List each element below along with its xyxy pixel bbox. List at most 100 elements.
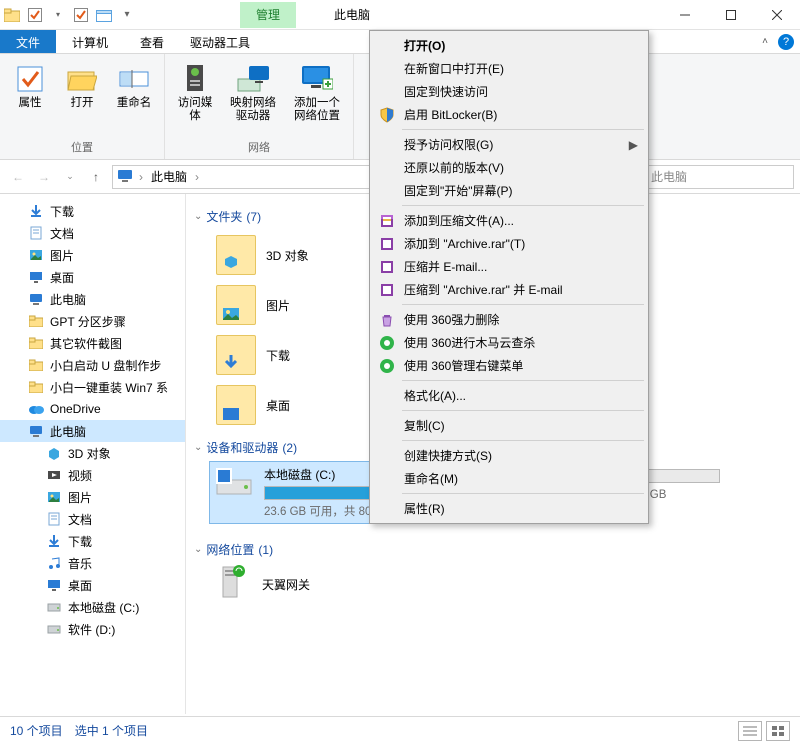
sidebar-item[interactable]: 小白启动 U 盘制作步	[0, 354, 185, 376]
section-title: 文件夹	[206, 208, 242, 225]
sidebar-item[interactable]: OneDrive	[0, 398, 185, 420]
contextual-tab-manage[interactable]: 管理	[240, 2, 296, 28]
nav-sidebar[interactable]: 下载文档图片桌面此电脑GPT 分区步骤其它软件截图小白启动 U 盘制作步小白一键…	[0, 194, 186, 714]
sidebar-item-label: 软件 (D:)	[68, 621, 115, 638]
tab-view[interactable]: 查看	[124, 30, 180, 53]
ctx-rar-email[interactable]: 压缩并 E-mail...	[372, 255, 646, 278]
ribbon-chevron-icon[interactable]: ˄	[762, 36, 768, 47]
minimize-button[interactable]	[662, 0, 708, 30]
sidebar-item[interactable]: 文档	[0, 508, 185, 530]
search-input[interactable]: 此电脑	[644, 165, 794, 189]
folder-icon	[3, 6, 21, 24]
sidebar-item-label: 小白启动 U 盘制作步	[50, 357, 161, 374]
sidebar-item[interactable]: 此电脑	[0, 420, 185, 442]
ctx-360-menu[interactable]: 使用 360管理右键菜单	[372, 354, 646, 377]
folder-open-icon	[66, 63, 98, 95]
ctx-360-scan[interactable]: 使用 360进行木马云查杀	[372, 331, 646, 354]
ctx-rar-add-archive[interactable]: 添加到 "Archive.rar"(T)	[372, 232, 646, 255]
up-button[interactable]: ↑	[84, 165, 108, 189]
folder-icon	[216, 285, 256, 325]
sidebar-item[interactable]: 下载	[0, 200, 185, 222]
ctx-rename[interactable]: 重命名(M)	[372, 467, 646, 490]
sidebar-item[interactable]: 视频	[0, 464, 185, 486]
ctx-pin-quickaccess[interactable]: 固定到快速访问	[372, 80, 646, 103]
360-icon	[378, 357, 396, 375]
ctx-restore-previous[interactable]: 还原以前的版本(V)	[372, 156, 646, 179]
thispc-icon	[28, 423, 44, 439]
media-server-button[interactable]: 访问媒体	[171, 61, 219, 125]
sidebar-item[interactable]: 音乐	[0, 552, 185, 574]
add-netloc-button[interactable]: 添加一个 网络位置	[287, 61, 347, 125]
maximize-button[interactable]	[708, 0, 754, 30]
sidebar-item[interactable]: 3D 对象	[0, 442, 185, 464]
group-label: 位置	[6, 137, 158, 159]
sidebar-item[interactable]: GPT 分区步骤	[0, 310, 185, 332]
ctx-pin-start[interactable]: 固定到"开始"屏幕(P)	[372, 179, 646, 202]
close-button[interactable]	[754, 0, 800, 30]
sidebar-item-label: 此电脑	[50, 423, 86, 440]
details-view-button[interactable]	[738, 721, 762, 741]
properties-button[interactable]: 属性	[6, 61, 54, 112]
sidebar-item[interactable]: 本地磁盘 (C:)	[0, 596, 185, 618]
tab-file[interactable]: 文件	[0, 30, 56, 53]
netloc-item[interactable]: 天翼网关	[210, 564, 792, 604]
chevron-right-icon[interactable]: ›	[139, 170, 143, 184]
ctx-360-delete[interactable]: 使用 360强力删除	[372, 308, 646, 331]
recent-dropdown[interactable]: ⌄	[58, 165, 82, 189]
map-drive-icon	[237, 63, 269, 95]
new-window-icon[interactable]	[95, 6, 113, 24]
ctx-open[interactable]: 打开(O)	[372, 34, 646, 57]
titlebar: ▾ ▾ 管理 此电脑	[0, 0, 800, 30]
ctx-open-new-window[interactable]: 在新窗口中打开(E)	[372, 57, 646, 80]
section-netloc-header[interactable]: ⌄ 网络位置 (1)	[194, 541, 792, 558]
sidebar-item[interactable]: 桌面	[0, 574, 185, 596]
ctx-rar-archive-email[interactable]: 压缩到 "Archive.rar" 并 E-mail	[372, 278, 646, 301]
checkbox-icon[interactable]	[26, 6, 44, 24]
sidebar-item[interactable]: 文档	[0, 222, 185, 244]
ctx-format[interactable]: 格式化(A)...	[372, 384, 646, 407]
icons-view-button[interactable]	[766, 721, 790, 741]
sidebar-item-label: 文档	[68, 511, 92, 528]
ctx-properties[interactable]: 属性(R)	[372, 497, 646, 520]
map-drive-button[interactable]: 映射网络 驱动器	[223, 61, 283, 125]
back-button[interactable]: ←	[6, 165, 30, 189]
onedrive-icon	[28, 401, 44, 417]
ctx-separator	[402, 493, 644, 494]
tab-computer[interactable]: 计算机	[56, 30, 124, 53]
ctx-create-shortcut[interactable]: 创建快捷方式(S)	[372, 444, 646, 467]
ctx-rar-add[interactable]: 添加到压缩文件(A)...	[372, 209, 646, 232]
ctx-copy[interactable]: 复制(C)	[372, 414, 646, 437]
sidebar-item[interactable]: 下载	[0, 530, 185, 552]
open-button[interactable]: 打开	[58, 61, 106, 112]
sidebar-item[interactable]: 此电脑	[0, 288, 185, 310]
thispc-icon	[28, 291, 44, 307]
doc-icon	[28, 225, 44, 241]
sidebar-item[interactable]: 其它软件截图	[0, 332, 185, 354]
3d-icon	[46, 445, 62, 461]
folder-icon	[28, 357, 44, 373]
sidebar-item-label: 视频	[68, 467, 92, 484]
shield-icon	[378, 106, 396, 124]
checkbox-icon[interactable]	[72, 6, 90, 24]
sidebar-item[interactable]: 图片	[0, 244, 185, 266]
status-bar: 10 个项目 选中 1 个项目	[0, 716, 800, 744]
help-icon[interactable]: ?	[778, 34, 794, 50]
ctx-bitlocker[interactable]: 启用 BitLocker(B)	[372, 103, 646, 126]
sidebar-item[interactable]: 图片	[0, 486, 185, 508]
breadcrumb-thispc[interactable]: 此电脑	[149, 168, 189, 185]
picture-icon	[46, 489, 62, 505]
tab-drive-tools[interactable]: 驱动器工具	[180, 30, 260, 53]
sidebar-item[interactable]: 桌面	[0, 266, 185, 288]
folder-label: 下载	[266, 347, 290, 364]
chevron-right-icon[interactable]: ›	[195, 170, 199, 184]
overflow-icon[interactable]: ▾	[118, 6, 136, 24]
group-label: 网络	[171, 137, 347, 159]
sidebar-item[interactable]: 小白一键重装 Win7 系	[0, 376, 185, 398]
qat-dropdown-icon[interactable]: ▾	[49, 6, 67, 24]
sidebar-item-label: 小白一键重装 Win7 系	[50, 379, 168, 396]
ctx-separator	[402, 205, 644, 206]
ctx-grant-access[interactable]: 授予访问权限(G)▶	[372, 133, 646, 156]
rename-button[interactable]: 重命名	[110, 61, 158, 112]
sidebar-item[interactable]: 软件 (D:)	[0, 618, 185, 640]
forward-button[interactable]: →	[32, 165, 56, 189]
